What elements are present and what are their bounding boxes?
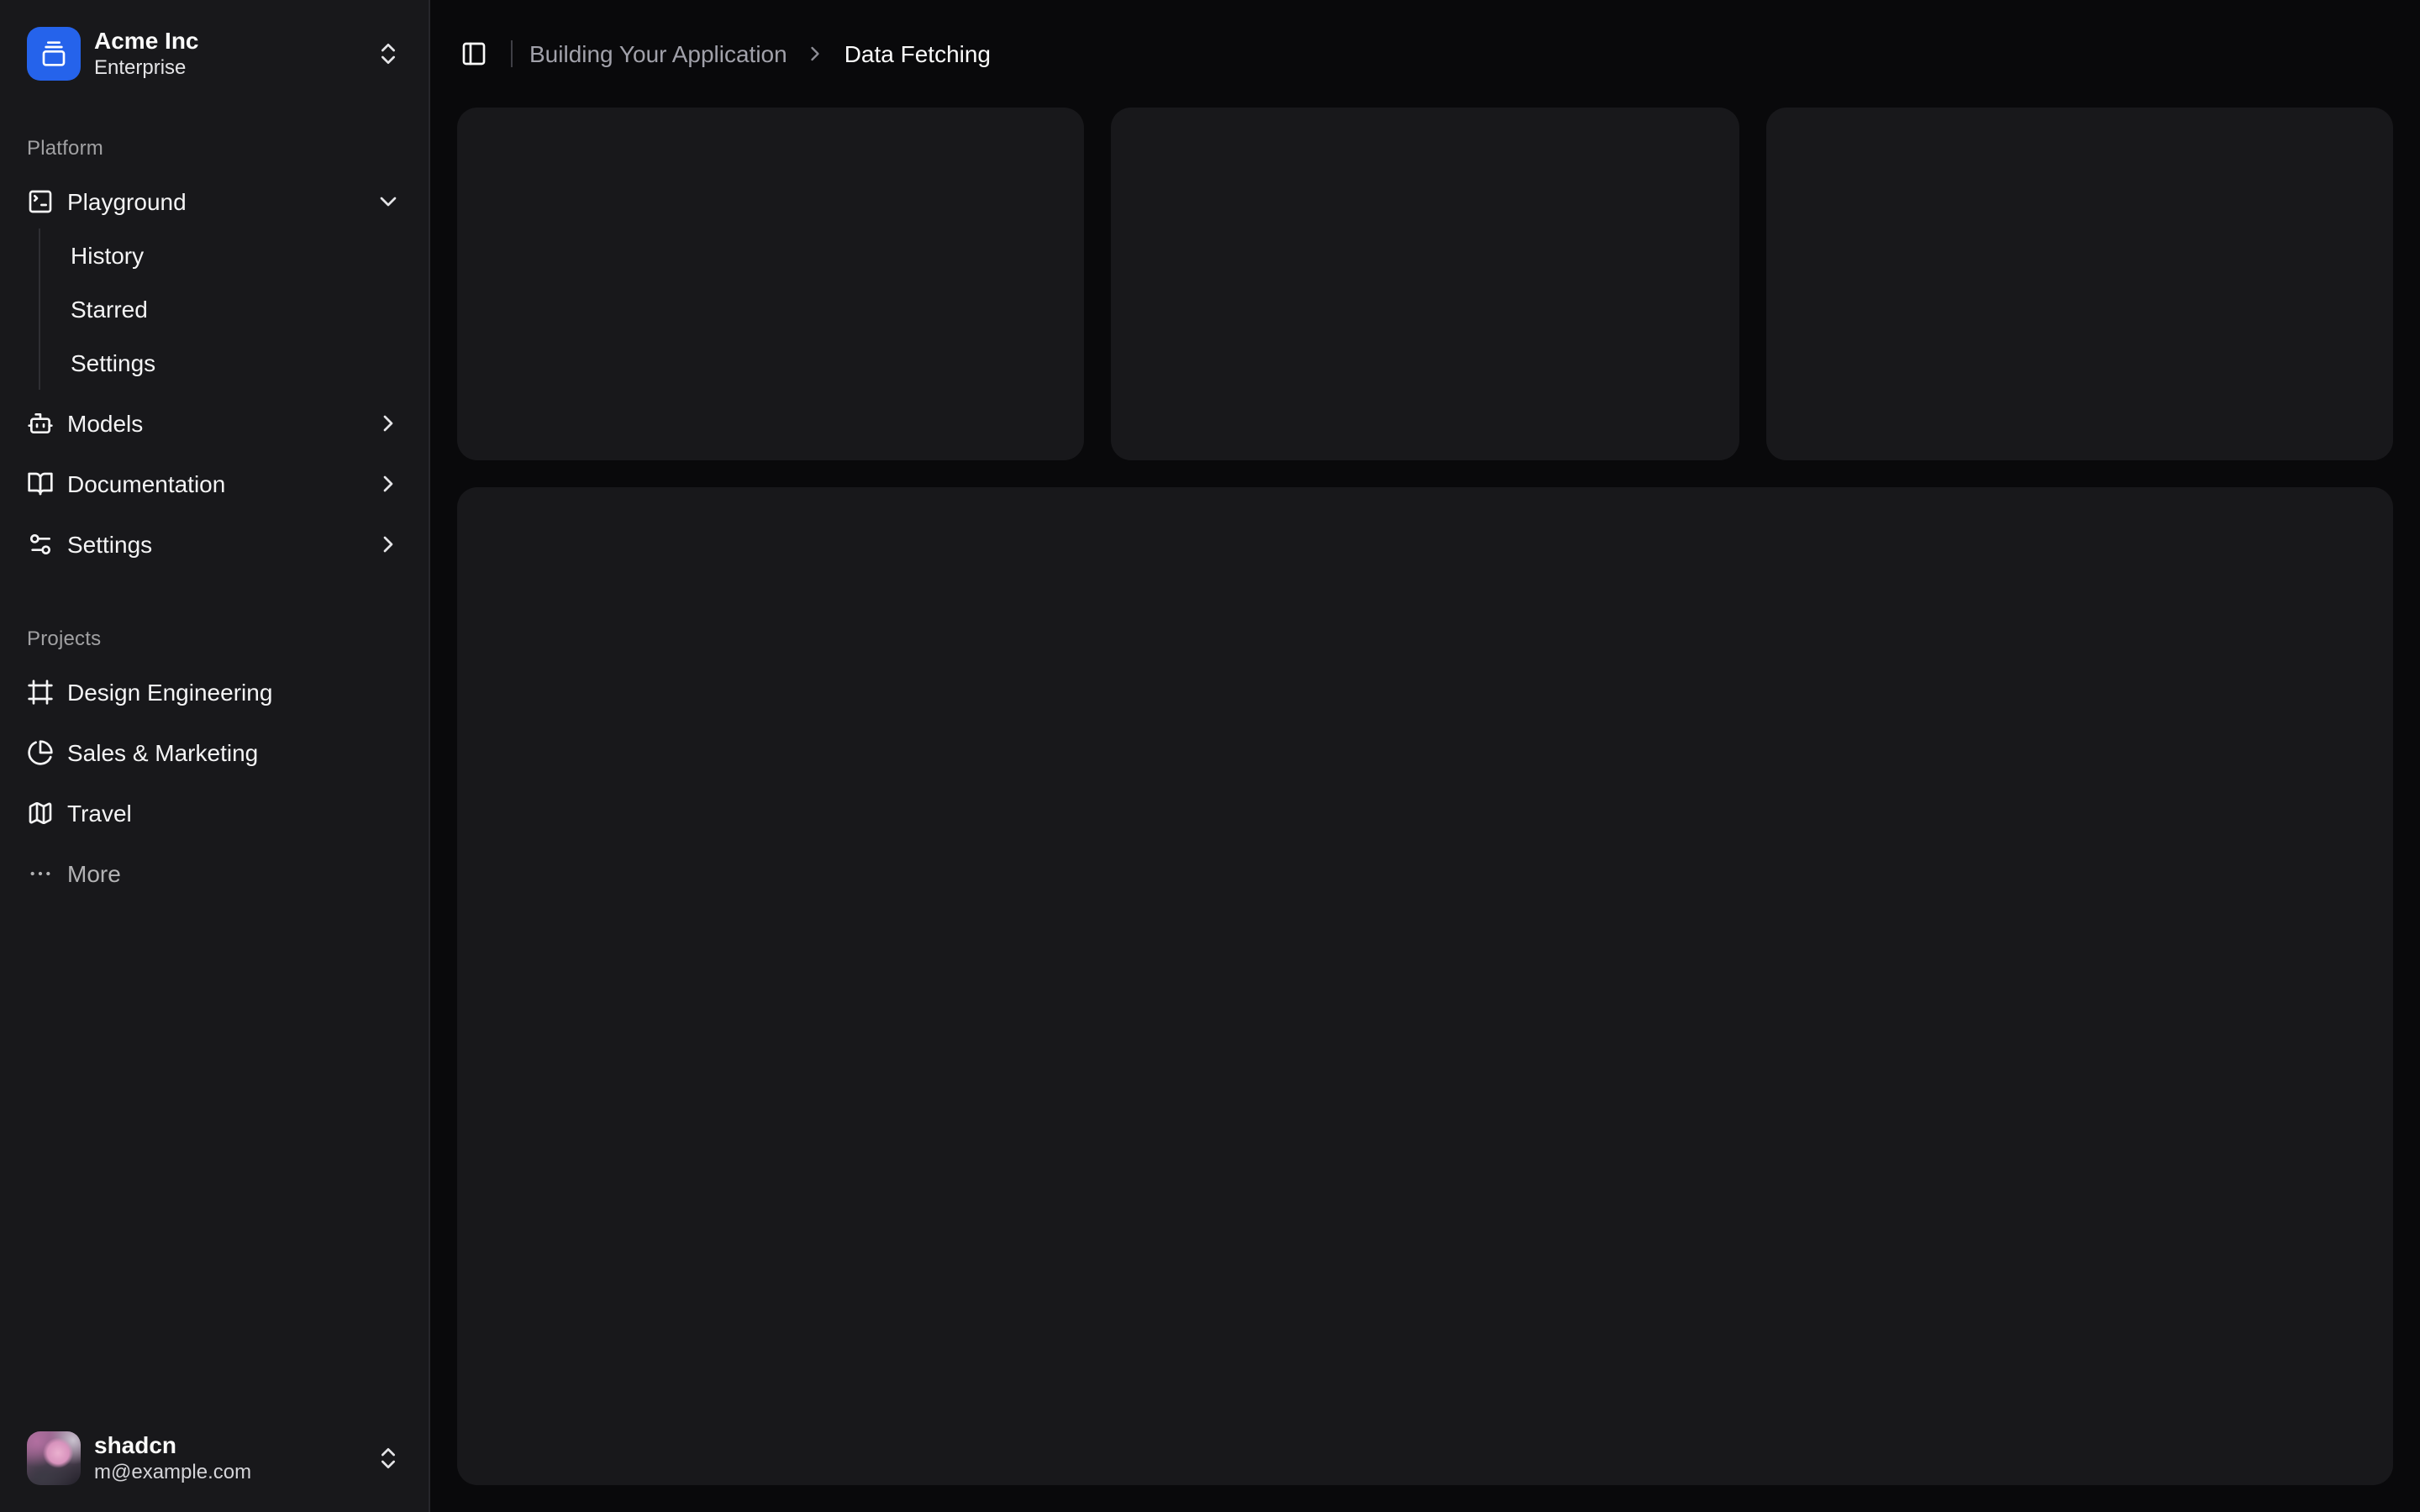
team-plan: Enterprise xyxy=(94,56,199,81)
map-icon xyxy=(27,800,54,827)
sidebar-item-starred[interactable]: Starred xyxy=(57,286,415,333)
chevrons-up-down-icon xyxy=(375,1445,402,1472)
sidebar-item-label: Travel xyxy=(67,800,132,827)
user-email: m@example.com xyxy=(94,1461,251,1486)
main-area: Building Your Application Data Fetching xyxy=(430,0,2420,1512)
topbar: Building Your Application Data Fetching xyxy=(430,0,2420,108)
sidebar-item-label: Playground xyxy=(67,188,187,215)
menu-item-documentation-wrap: Documentation xyxy=(13,457,415,511)
chevron-right-icon xyxy=(375,470,402,497)
sidebar-item-models[interactable]: Models xyxy=(13,396,415,450)
ellipsis-icon xyxy=(27,860,54,887)
breadcrumb: Building Your Application Data Fetching xyxy=(529,40,991,67)
sidebar: Acme Inc Enterprise Platform xyxy=(0,0,430,1512)
sidebar-item-travel[interactable]: Travel xyxy=(13,786,415,840)
sidebar-nav: Platform Playground xyxy=(0,108,429,1404)
platform-menu: Playground History xyxy=(13,175,415,571)
header-separator xyxy=(511,40,513,67)
sidebar-item-label: More xyxy=(67,860,121,887)
page-content xyxy=(430,108,2420,1512)
group-label-projects: Projects xyxy=(13,612,415,665)
avatar xyxy=(27,1431,81,1485)
user-meta: shadcn m@example.com xyxy=(94,1431,251,1486)
sidebar-item-label: Models xyxy=(67,410,143,437)
chevrons-up-down-icon xyxy=(375,40,402,67)
user-name: shadcn xyxy=(94,1431,251,1461)
sidebar-toggle-button[interactable] xyxy=(450,30,497,77)
sidebar-item-label: Settings xyxy=(67,531,152,558)
bot-icon xyxy=(27,410,54,437)
sidebar-header: Acme Inc Enterprise xyxy=(0,0,429,108)
placeholder-panel xyxy=(457,487,2393,1485)
chevron-down-icon xyxy=(375,188,402,215)
chevron-right-icon xyxy=(804,42,828,66)
sidebar-item-label: Settings xyxy=(71,349,155,376)
placeholder-card xyxy=(1765,108,2393,460)
menu-item-settings-wrap: Settings xyxy=(13,517,415,571)
sidebar-item-playground-settings[interactable]: Settings xyxy=(57,339,415,386)
sidebar-item-sales-marketing[interactable]: Sales & Marketing xyxy=(13,726,415,780)
sidebar-group-platform: Platform Playground xyxy=(0,108,429,585)
sidebar-footer: shadcn m@example.com xyxy=(0,1404,429,1512)
submenu-item-wrap: Starred xyxy=(57,286,415,333)
sidebar-item-playground[interactable]: Playground xyxy=(13,175,415,228)
square-terminal-icon xyxy=(27,188,54,215)
panel-left-icon xyxy=(460,40,487,67)
book-open-icon xyxy=(27,470,54,497)
menu-item-models-wrap: Models xyxy=(13,396,415,450)
placeholder-cards-row xyxy=(457,108,2393,460)
frame-icon xyxy=(27,679,54,706)
sidebar-group-projects: Projects Design Engineering xyxy=(0,598,429,914)
menu-item-travel-wrap: Travel xyxy=(13,786,415,840)
sidebar-item-label: History xyxy=(71,242,144,269)
chevron-right-icon xyxy=(375,531,402,558)
sidebar-item-label: Design Engineering xyxy=(67,679,272,706)
submenu-item-wrap: History xyxy=(57,232,415,279)
gallery-vertical-end-icon xyxy=(40,40,67,67)
group-label-platform: Platform xyxy=(13,121,415,175)
menu-item-playground-wrap: Playground History xyxy=(13,175,415,390)
chevron-right-icon xyxy=(375,410,402,437)
team-name: Acme Inc xyxy=(94,27,199,56)
team-meta: Acme Inc Enterprise xyxy=(94,27,199,81)
placeholder-card xyxy=(1112,108,1739,460)
sidebar-item-more[interactable]: More xyxy=(13,847,415,900)
breadcrumb-current-page: Data Fetching xyxy=(844,40,991,67)
app-window: Acme Inc Enterprise Platform xyxy=(0,0,2420,1512)
menu-item-more-wrap: More xyxy=(13,847,415,900)
sidebar-item-settings[interactable]: Settings xyxy=(13,517,415,571)
pie-chart-icon xyxy=(27,739,54,766)
settings-sliders-icon xyxy=(27,531,54,558)
submenu-item-wrap: Settings xyxy=(57,339,415,386)
playground-submenu: History Starred xyxy=(39,228,415,390)
placeholder-card xyxy=(457,108,1085,460)
user-menu-button[interactable]: shadcn m@example.com xyxy=(13,1418,415,1499)
team-switcher-button[interactable]: Acme Inc Enterprise xyxy=(13,13,415,94)
sidebar-item-label: Sales & Marketing xyxy=(67,739,258,766)
sidebar-item-history[interactable]: History xyxy=(57,232,415,279)
projects-menu: Design Engineering Sales & Marketing xyxy=(13,665,415,900)
sidebar-item-label: Starred xyxy=(71,296,148,323)
breadcrumb-link-building-your-application[interactable]: Building Your Application xyxy=(529,40,787,67)
playground-submenu-list: History Starred xyxy=(57,232,415,386)
menu-item-sales-marketing-wrap: Sales & Marketing xyxy=(13,726,415,780)
sidebar-item-design-engineering[interactable]: Design Engineering xyxy=(13,665,415,719)
menu-item-design-engineering-wrap: Design Engineering xyxy=(13,665,415,719)
sidebar-item-documentation[interactable]: Documentation xyxy=(13,457,415,511)
sidebar-item-label: Documentation xyxy=(67,470,225,497)
team-logo xyxy=(27,27,81,81)
